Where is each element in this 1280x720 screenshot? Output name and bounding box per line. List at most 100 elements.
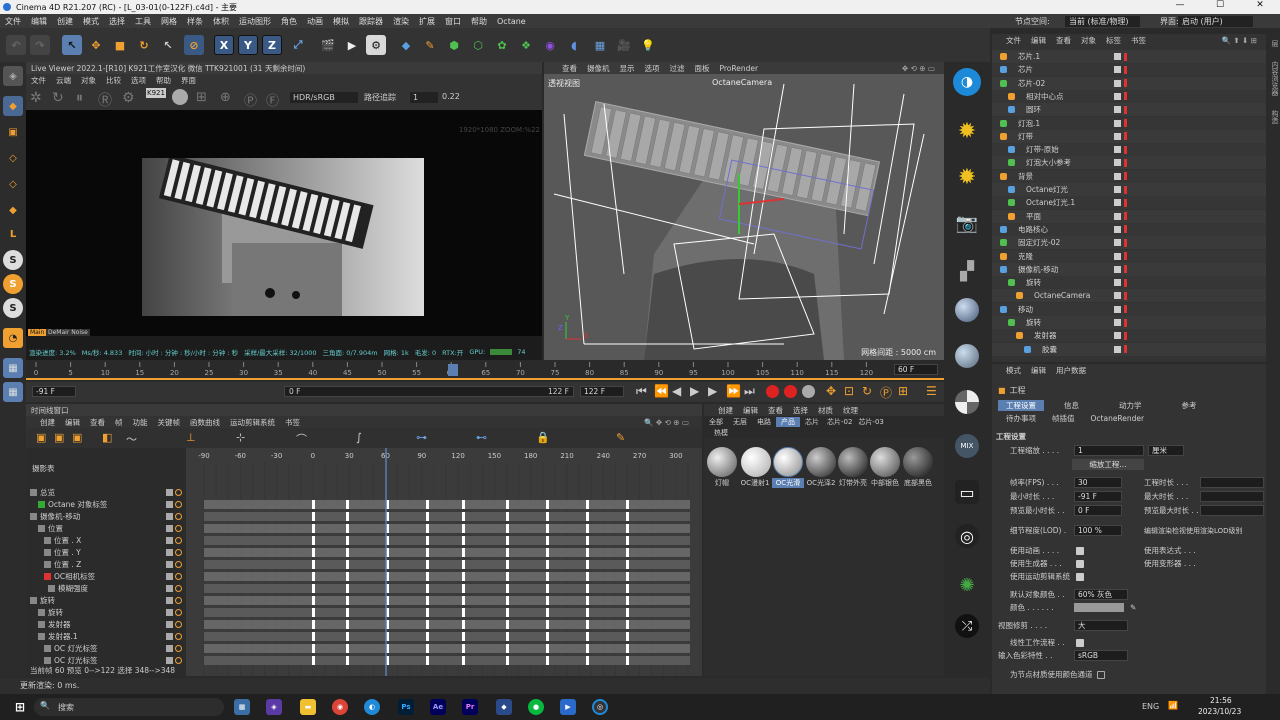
- keyframe[interactable]: [462, 524, 465, 533]
- keyframe[interactable]: [586, 608, 589, 617]
- keyframe[interactable]: [506, 584, 509, 593]
- side-tab-layers[interactable]: 层: [1271, 34, 1279, 53]
- use-motion-checkbox[interactable]: [1076, 572, 1084, 581]
- keyframe[interactable]: [312, 572, 315, 581]
- lv-menu-cloud[interactable]: 云端: [51, 75, 76, 86]
- keyframe[interactable]: [462, 572, 465, 581]
- use-anim-checkbox[interactable]: [1076, 546, 1084, 555]
- menu-file[interactable]: 文件: [0, 16, 26, 27]
- keyframe[interactable]: [626, 620, 629, 629]
- menu-mesh[interactable]: 网格: [156, 16, 182, 27]
- prev-frame-icon[interactable]: ◀: [672, 384, 681, 398]
- mat-tab-chip[interactable]: 芯片: [800, 417, 824, 427]
- keyframe[interactable]: [506, 512, 509, 521]
- object-visibility-toggle[interactable]: [1114, 292, 1121, 300]
- keyframe[interactable]: [586, 536, 589, 545]
- keyframe[interactable]: [626, 632, 629, 641]
- material-ball-2[interactable]: [773, 447, 803, 477]
- object-render-toggle[interactable]: [1124, 318, 1127, 327]
- track-enable-checkbox[interactable]: [166, 657, 173, 664]
- teams-icon[interactable]: ◈: [266, 699, 282, 715]
- keyframe[interactable]: [546, 524, 549, 533]
- camera-icon[interactable]: 🎥: [614, 35, 634, 55]
- key-area[interactable]: -90-60-300306090120150180210240270300: [186, 448, 919, 676]
- premiere-icon[interactable]: Pr: [462, 699, 478, 715]
- interp-spline-icon[interactable]: ∫: [356, 431, 362, 444]
- linear-checkbox[interactable]: [1076, 638, 1084, 647]
- lv-menu-file[interactable]: 文件: [26, 75, 51, 86]
- make-editable-icon[interactable]: ◈: [3, 66, 23, 86]
- pick-focus-icon[interactable]: Ⓟ: [244, 90, 257, 109]
- attr-menu-userdata[interactable]: 用户数据: [1051, 365, 1091, 376]
- keyframe[interactable]: [312, 548, 315, 557]
- keyframe[interactable]: [346, 524, 349, 533]
- mat-tab-all[interactable]: 全部: [704, 417, 728, 427]
- menu-mode[interactable]: 模式: [78, 16, 104, 27]
- keyframe[interactable]: [626, 536, 629, 545]
- keyframe[interactable]: [586, 656, 589, 665]
- object-row[interactable]: 发射器: [992, 329, 1266, 343]
- key-position-icon[interactable]: ✥: [826, 384, 836, 398]
- extrude-icon[interactable]: ⬡: [468, 35, 488, 55]
- keyframe[interactable]: [546, 584, 549, 593]
- keyframe[interactable]: [586, 620, 589, 629]
- attr-tab-dynamics[interactable]: 动力学: [1099, 400, 1162, 411]
- keyframe[interactable]: [312, 536, 315, 545]
- keyframe[interactable]: [312, 560, 315, 569]
- material-ball-3[interactable]: [806, 447, 836, 477]
- eyedropper-icon[interactable]: ✎: [1130, 603, 1136, 612]
- keyframe[interactable]: [312, 524, 315, 533]
- mat-menu-view[interactable]: 查看: [763, 405, 788, 416]
- settings-icon[interactable]: ⚙: [122, 90, 135, 106]
- keyframe[interactable]: [426, 596, 429, 605]
- keyframe[interactable]: [312, 620, 315, 629]
- lv-menu-help[interactable]: 帮助: [151, 75, 176, 86]
- keyframe[interactable]: [312, 656, 315, 665]
- key-rotation-icon[interactable]: ↻: [862, 384, 872, 398]
- om-menu-file[interactable]: 文件: [992, 35, 1026, 46]
- attr-tab-project[interactable]: 工程设置: [998, 400, 1044, 411]
- keyframe[interactable]: [346, 644, 349, 653]
- track-enable-checkbox[interactable]: [166, 525, 173, 532]
- material-subtab[interactable]: 热模: [704, 428, 944, 438]
- autokey-icon[interactable]: [784, 385, 797, 398]
- render-region-icon[interactable]: 🎬: [318, 35, 338, 55]
- track-solo-toggle[interactable]: [175, 489, 182, 496]
- object-visibility-toggle[interactable]: [1114, 345, 1121, 353]
- keyframe[interactable]: [626, 584, 629, 593]
- keyframe[interactable]: [546, 632, 549, 641]
- fcurve-mode-icon[interactable]: ▣: [54, 431, 64, 444]
- object-visibility-toggle[interactable]: [1114, 172, 1121, 180]
- use-gen-checkbox[interactable]: [1076, 559, 1084, 568]
- mat-tab-chip03[interactable]: 芯片-03: [855, 417, 886, 427]
- lv-menu-compare[interactable]: 比较: [101, 75, 126, 86]
- keyframe[interactable]: [506, 656, 509, 665]
- keyframe[interactable]: [506, 572, 509, 581]
- shuffle-icon[interactable]: ⤮: [955, 614, 979, 638]
- keyframe[interactable]: [546, 596, 549, 605]
- scale-field[interactable]: 1: [1074, 445, 1144, 456]
- tl-menu-bookmark[interactable]: 书签: [280, 417, 305, 428]
- keyframe[interactable]: [426, 560, 429, 569]
- object-visibility-toggle[interactable]: [1114, 186, 1121, 193]
- keyframe[interactable]: [586, 644, 589, 653]
- attr-tab-interp[interactable]: 帧插值: [1044, 413, 1083, 424]
- object-visibility-toggle[interactable]: [1114, 159, 1121, 167]
- vp-menu-filter[interactable]: 过滤: [665, 63, 690, 74]
- keyframe[interactable]: [586, 572, 589, 581]
- z-axis-button[interactable]: Z: [262, 35, 282, 55]
- edge-icon[interactable]: ◐: [364, 699, 380, 715]
- floor-icon[interactable]: ▦: [590, 35, 610, 55]
- keyframe-selection-icon[interactable]: [802, 385, 815, 398]
- track-enable-checkbox[interactable]: [166, 597, 173, 604]
- tl-menu-fcurve[interactable]: 函数曲线: [185, 417, 225, 428]
- keyframe[interactable]: [546, 572, 549, 581]
- next-key-icon[interactable]: ⏩: [726, 384, 741, 398]
- windows-start-icon[interactable]: ⊞: [12, 699, 28, 715]
- tangent-2-icon[interactable]: ⊷: [476, 431, 487, 444]
- tl-menu-motion[interactable]: 运动剪辑系统: [225, 417, 280, 428]
- track-enable-checkbox[interactable]: [166, 621, 173, 628]
- send-scene-icon[interactable]: ✲: [30, 90, 42, 106]
- keyframe[interactable]: [506, 608, 509, 617]
- cinema4d-icon[interactable]: ◎: [592, 699, 608, 715]
